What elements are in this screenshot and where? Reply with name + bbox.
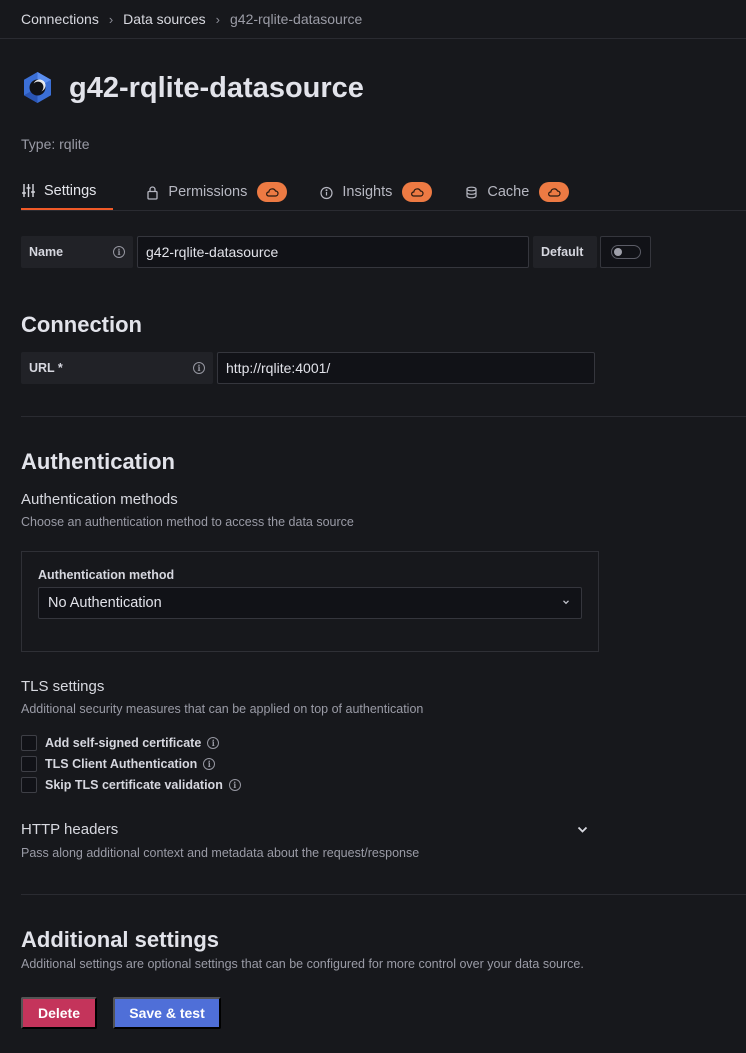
url-input[interactable]: http://rqlite:4001/: [217, 352, 595, 384]
url-input-value: http://rqlite:4001/: [226, 360, 331, 376]
delete-button[interactable]: Delete: [21, 997, 97, 1029]
lock-icon: [145, 185, 160, 200]
auth-method-label: Authentication method: [38, 568, 175, 582]
database-icon: [464, 185, 479, 200]
default-label-text: Default: [541, 245, 584, 259]
info-icon[interactable]: i: [113, 246, 125, 258]
chevron-down-icon: [561, 595, 571, 611]
sliders-icon: [21, 183, 36, 198]
skip-verify-checkbox[interactable]: [21, 777, 37, 793]
default-label: Default: [533, 236, 597, 268]
client-auth-checkbox[interactable]: [21, 756, 37, 772]
chevron-right-icon: ›: [108, 11, 114, 27]
name-label-text: Name: [29, 245, 64, 259]
tab-permissions-label: Permissions: [168, 184, 248, 200]
name-label: Name i: [21, 236, 133, 268]
tab-cache[interactable]: Cache: [464, 177, 570, 207]
breadcrumb-data-sources[interactable]: Data sources: [123, 11, 205, 27]
client-auth-label: TLS Client Authentication: [45, 757, 198, 771]
info-icon[interactable]: i: [193, 362, 205, 374]
url-label: URL * i: [21, 352, 213, 384]
name-input[interactable]: g42-rqlite-datasource: [137, 236, 529, 268]
rqlite-logo-icon: [21, 71, 54, 104]
toggle-knob: [613, 248, 622, 256]
skip-verify-label: Skip TLS certificate validation: [45, 778, 223, 792]
info-icon[interactable]: i: [203, 758, 216, 770]
info-icon[interactable]: i: [228, 779, 241, 791]
additional-settings-desc: Additional settings are optional setting…: [21, 957, 584, 971]
tab-permissions[interactable]: Permissions: [145, 177, 288, 207]
default-toggle[interactable]: [610, 245, 641, 259]
cloud-icon: [539, 182, 570, 202]
tab-bar: Settings Permissions Insights Cache: [21, 177, 601, 210]
auth-method-value: No Authentication: [48, 595, 162, 611]
breadcrumb-current: g42-rqlite-datasource: [230, 11, 363, 27]
tab-insights[interactable]: Insights: [319, 177, 433, 207]
info-icon[interactable]: i: [207, 737, 220, 749]
chevron-down-icon[interactable]: [576, 823, 589, 841]
self-signed-checkbox[interactable]: [21, 735, 37, 751]
save-test-button[interactable]: Save & test: [113, 997, 221, 1029]
breadcrumb: Connections › Data sources › g42-rqlite-…: [21, 0, 362, 38]
breadcrumb-connections[interactable]: Connections: [21, 11, 99, 27]
datasource-type: Type: rqlite: [21, 136, 90, 152]
auth-methods-title: Authentication methods: [21, 491, 178, 508]
tls-option-self-signed: Add self-signed certificate i: [21, 734, 220, 752]
tabs-divider: [21, 210, 746, 211]
section-divider: [21, 416, 746, 417]
additional-settings-heading: Additional settings: [21, 927, 219, 952]
section-divider: [21, 894, 746, 895]
tls-option-skip-verify: Skip TLS certificate validation i: [21, 776, 241, 794]
page-title: g42-rqlite-datasource: [69, 72, 364, 104]
self-signed-label: Add self-signed certificate: [45, 736, 202, 750]
cloud-icon: [402, 182, 433, 202]
authentication-heading: Authentication: [21, 449, 175, 474]
chevron-right-icon: ›: [215, 11, 220, 27]
cloud-icon: [257, 182, 288, 202]
default-toggle-container: [600, 236, 651, 268]
tls-option-client-auth: TLS Client Authentication i: [21, 755, 216, 773]
http-headers-desc: Pass along additional context and metada…: [21, 846, 420, 860]
auth-method-select[interactable]: No Authentication: [38, 587, 582, 619]
connection-heading: Connection: [21, 312, 142, 337]
auth-methods-desc: Choose an authentication method to acces…: [21, 515, 354, 529]
tab-settings[interactable]: Settings: [21, 177, 114, 210]
url-label-text: URL *: [29, 361, 63, 375]
header-divider: [0, 38, 746, 39]
tab-cache-label: Cache: [487, 184, 530, 200]
tab-insights-label: Insights: [342, 184, 393, 200]
tab-settings-label: Settings: [44, 183, 97, 199]
tls-title: TLS settings: [21, 678, 105, 695]
http-headers-title[interactable]: HTTP headers: [21, 821, 118, 838]
name-input-value: g42-rqlite-datasource: [146, 244, 279, 260]
info-icon: [319, 185, 334, 200]
tls-desc: Additional security measures that can be…: [21, 702, 424, 716]
